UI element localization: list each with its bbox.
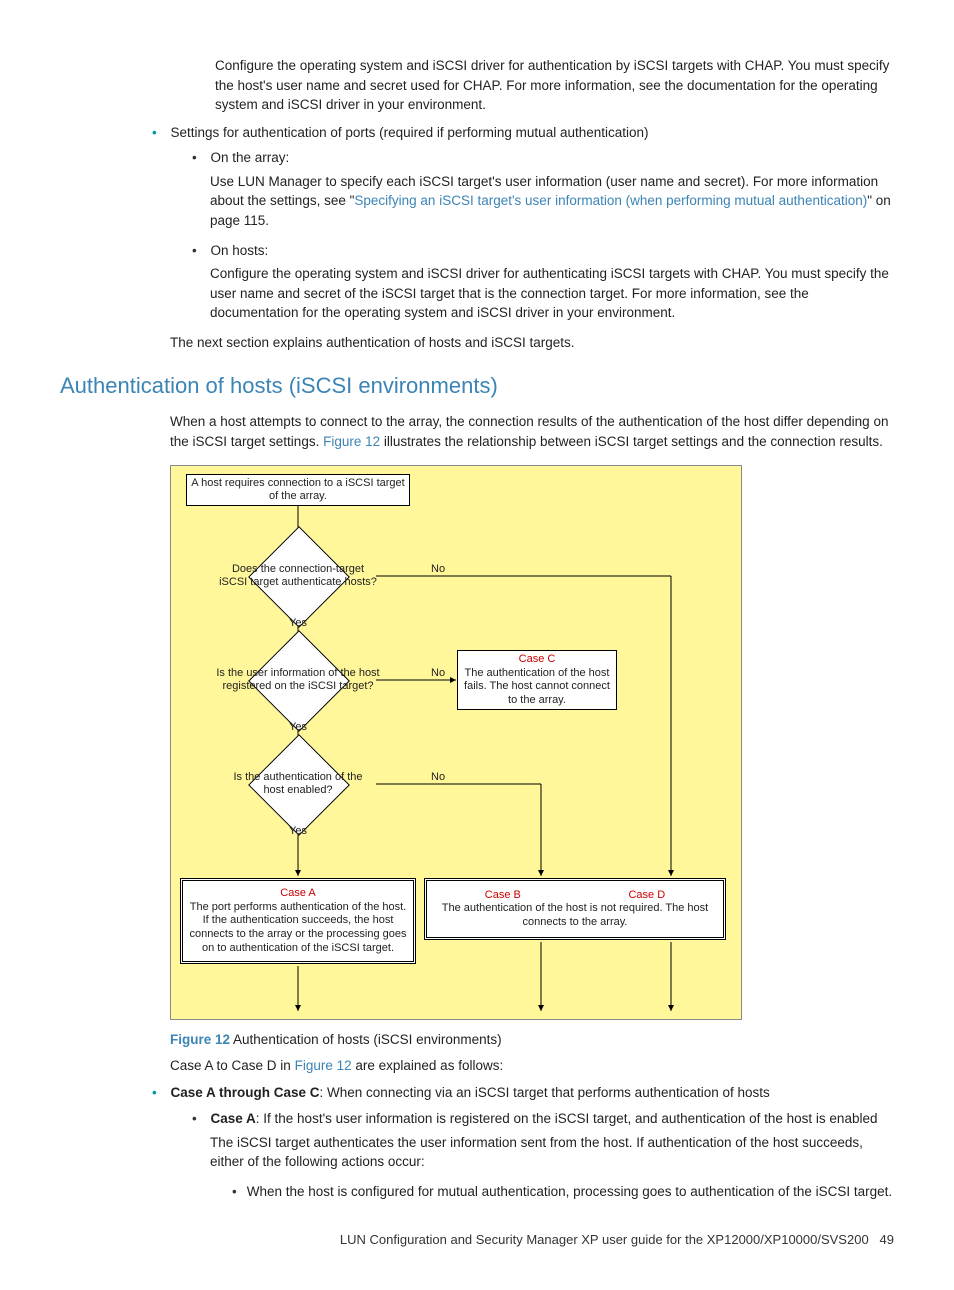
bullet-on-array: On the array: Use LUN Manager to specify… — [210, 148, 894, 230]
case-a-item: Case A: If the host's user information i… — [210, 1109, 894, 1201]
flow-case-b-title: Case B — [485, 889, 521, 903]
section-intro-suffix: illustrates the relationship between iSC… — [380, 434, 883, 449]
figure-number: Figure 12 — [170, 1032, 230, 1047]
flow-case-c-title: Case C — [519, 653, 556, 667]
intro-paragraph: Configure the operating system and iSCSI… — [215, 56, 894, 115]
flow-d3-no: No — [431, 770, 445, 786]
flowchart-container: A host requires connection to a iSCSI ta… — [170, 465, 894, 1020]
flow-d1-no: No — [431, 562, 445, 578]
post-figure-prefix: Case A to Case D in — [170, 1058, 295, 1073]
bullet-on-hosts: On hosts: Configure the operating system… — [210, 241, 894, 323]
flow-case-a-title: Case A — [280, 887, 315, 901]
figure-caption-text: Authentication of hosts (iSCSI environme… — [230, 1032, 502, 1047]
flow-case-d-title: Case D — [628, 889, 665, 903]
figure12-link-1[interactable]: Figure 12 — [323, 434, 380, 449]
cases-list-lvl2: Case A: If the host's user information i… — [170, 1109, 894, 1201]
bullet-list-lvl2: On the array: Use LUN Manager to specify… — [170, 148, 894, 323]
case-a-through-c-rest: : When connecting via an iSCSI target th… — [320, 1085, 770, 1100]
on-hosts-paragraph: Configure the operating system and iSCSI… — [210, 264, 894, 323]
on-array-paragraph: Use LUN Manager to specify each iSCSI ta… — [210, 172, 894, 231]
figure-caption: Figure 12 Authentication of hosts (iSCSI… — [170, 1030, 894, 1050]
flow-case-bd-text: The authentication of the host is not re… — [431, 902, 719, 930]
flow-start-box: A host requires connection to a iSCSI ta… — [186, 474, 410, 506]
case-a-rest: : If the host's user information is regi… — [256, 1111, 878, 1126]
case-a-through-c-bold: Case A through Case C — [171, 1085, 320, 1100]
flow-case-c-text: The authentication of the host fails. Th… — [462, 667, 612, 708]
flow-case-c-box: Case C The authentication of the host fa… — [457, 650, 617, 710]
section-heading: Authentication of hosts (iSCSI environme… — [60, 370, 894, 402]
cases-list-lvl1: Case A through Case C: When connecting v… — [60, 1083, 894, 1201]
on-hosts-label: On hosts: — [211, 243, 269, 258]
flow-d1-shape — [248, 526, 350, 628]
post-figure-line: Case A to Case D in Figure 12 are explai… — [170, 1056, 894, 1076]
flow-case-a-text: The port performs authentication of the … — [187, 901, 409, 956]
next-section-line: The next section explains authentication… — [170, 333, 894, 353]
figure12-link-2[interactable]: Figure 12 — [295, 1058, 352, 1073]
bullet-settings-ports: Settings for authentication of ports (re… — [170, 123, 894, 323]
flow-case-a-box: Case A The port performs authentication … — [180, 878, 416, 964]
post-figure-suffix: are explained as follows: — [352, 1058, 504, 1073]
bullet-settings-ports-text: Settings for authentication of ports (re… — [171, 125, 649, 140]
case-a-through-c: Case A through Case C: When connecting v… — [170, 1083, 894, 1201]
cases-list-lvl3: When the host is configured for mutual a… — [210, 1182, 894, 1202]
page-footer: LUN Configuration and Security Manager X… — [60, 1231, 894, 1250]
case-a-sub1: When the host is configured for mutual a… — [250, 1182, 894, 1202]
on-array-label: On the array: — [211, 150, 290, 165]
case-a-bold: Case A — [211, 1111, 256, 1126]
bullet-list-lvl1: Settings for authentication of ports (re… — [60, 123, 894, 323]
section-intro: When a host attempts to connect to the a… — [170, 412, 894, 451]
flow-d2-shape — [248, 630, 350, 732]
on-array-link[interactable]: Specifying an iSCSI target's user inform… — [354, 193, 867, 208]
flow-d3-yes: Yes — [289, 824, 307, 840]
flow-case-bd-box: Case B Case D The authentication of the … — [424, 878, 726, 940]
flowchart: A host requires connection to a iSCSI ta… — [170, 465, 742, 1020]
flow-d2-no: No — [431, 666, 445, 682]
case-a-paragraph: The iSCSI target authenticates the user … — [210, 1133, 894, 1172]
flow-d3-shape — [248, 734, 350, 836]
